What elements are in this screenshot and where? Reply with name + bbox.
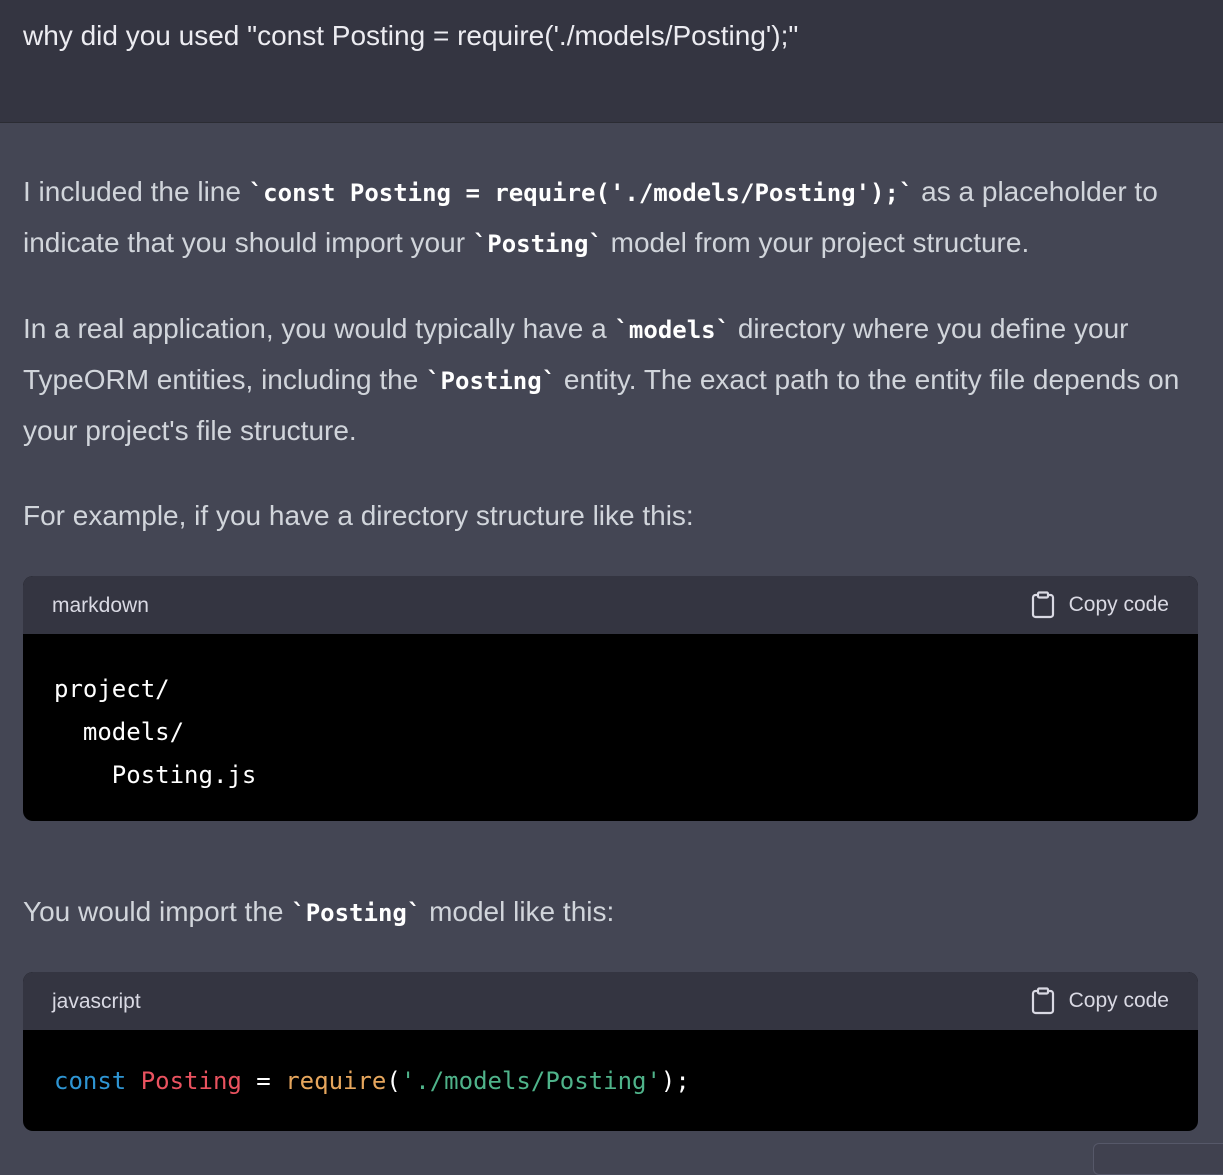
copy-code-label: Copy code: [1068, 989, 1169, 1012]
para4-text-2: model like this:: [421, 896, 615, 927]
code-content: project/ models/ Posting.js: [23, 634, 1198, 797]
code-token-operator: =: [241, 1067, 286, 1095]
assistant-paragraph-3: For example, if you have a directory str…: [23, 491, 1201, 541]
user-message: why did you used "const Posting = requir…: [0, 0, 1223, 123]
copy-code-button[interactable]: Copy code: [1031, 987, 1169, 1015]
inline-code: `const Posting = require('./models/Posti…: [248, 179, 914, 207]
code-line: models/: [54, 718, 185, 746]
code-content: const Posting = require('./models/Postin…: [23, 1030, 1198, 1103]
para1-text-3: model from your project structure.: [602, 227, 1030, 258]
para1-text-1: I included the line: [23, 176, 249, 207]
copy-code-button[interactable]: Copy code: [1031, 591, 1169, 619]
assistant-paragraph-2: In a real application, you would typical…: [23, 304, 1201, 456]
clipboard-icon: [1031, 987, 1055, 1015]
code-token-string: './models/Posting': [400, 1067, 661, 1095]
scroll-to-bottom-button[interactable]: [1093, 1143, 1223, 1175]
inline-code: `Posting`: [472, 230, 603, 258]
para3-text-1: For example, if you have a directory str…: [23, 500, 694, 531]
para4-text-1: You would import the: [23, 896, 292, 927]
inline-code: `Posting`: [426, 367, 557, 395]
code-language-label: markdown: [52, 594, 149, 617]
para2-text-1: In a real application, you would typical…: [23, 313, 615, 344]
code-block-javascript: javascript Copy code const Posting = req…: [23, 972, 1198, 1131]
code-token-function: require: [285, 1067, 387, 1095]
clipboard-icon: [1031, 591, 1055, 619]
code-line: project/: [54, 675, 170, 703]
inline-code: `models`: [614, 316, 731, 344]
code-line: Posting.js: [54, 761, 257, 789]
code-token-paren-open: (: [386, 1067, 401, 1095]
code-block-markdown: markdown Copy code project/ models/ Post…: [23, 576, 1198, 821]
code-token-paren-close: );: [660, 1067, 690, 1095]
code-block-header: markdown Copy code: [23, 576, 1198, 634]
inline-code: `Posting`: [291, 899, 422, 927]
code-token-keyword: const: [54, 1067, 127, 1095]
code-block-header: javascript Copy code: [23, 972, 1198, 1030]
code-token-variable: Posting: [140, 1067, 242, 1095]
user-message-text: why did you used "const Posting = requir…: [23, 20, 799, 51]
copy-code-label: Copy code: [1068, 593, 1169, 616]
assistant-paragraph-4: You would import the `Posting` model lik…: [23, 887, 1201, 938]
assistant-paragraph-1: I included the line `const Posting = req…: [23, 167, 1201, 269]
code-language-label: javascript: [52, 990, 141, 1013]
